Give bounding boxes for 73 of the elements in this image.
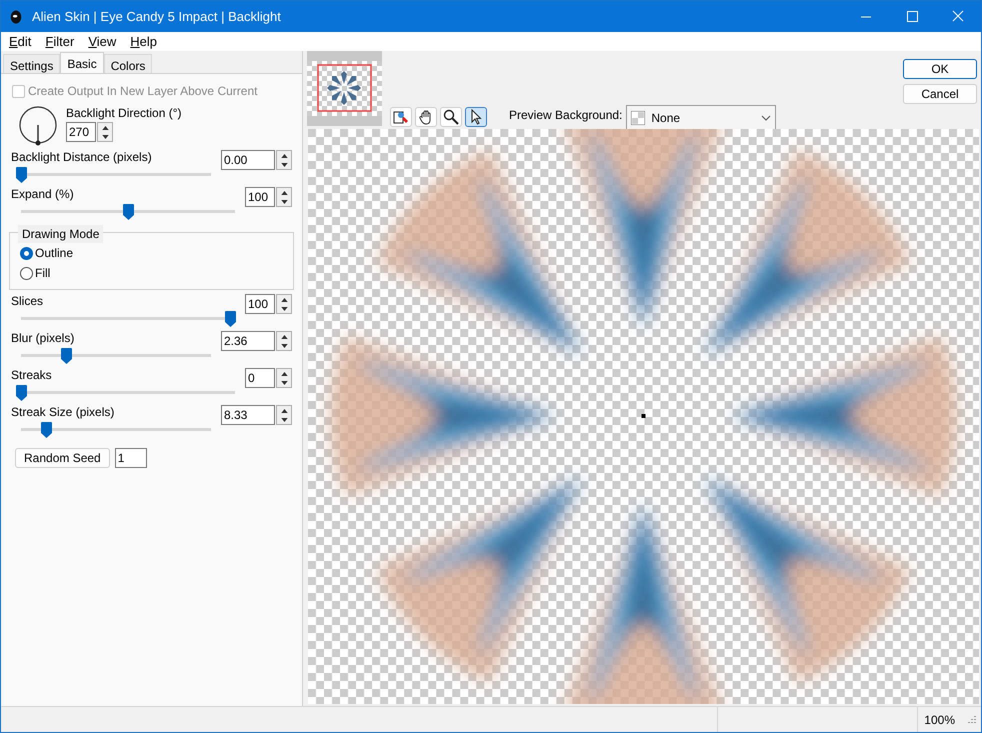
- preview-toggle-icon: [393, 109, 409, 125]
- resize-grip-icon: [965, 714, 977, 726]
- radio-label: Fill: [35, 265, 50, 282]
- spin-buttons[interactable]: [276, 368, 292, 388]
- window-title: Alien Skin | Eye Candy 5 Impact | Backlight: [32, 8, 281, 26]
- down-arrow-icon: [280, 418, 288, 422]
- slider-label: Blur (pixels): [11, 330, 76, 347]
- spin-buttons[interactable]: [276, 294, 292, 314]
- slider-thumb[interactable]: [16, 167, 27, 183]
- group-title: Drawing Mode: [18, 225, 104, 243]
- up-arrow-icon: [280, 408, 288, 412]
- down-arrow-icon: [280, 162, 288, 166]
- slider-label: Streak Size (pixels): [11, 404, 116, 421]
- radio-button[interactable]: [20, 266, 33, 280]
- random-seed-button[interactable]: Random Seed: [15, 448, 110, 468]
- slider-thumb[interactable]: [40, 422, 52, 438]
- up-arrow-icon: [280, 298, 288, 302]
- direction-dial[interactable]: [18, 106, 58, 146]
- dialog-button[interactable]: OK: [903, 59, 977, 79]
- tab[interactable]: Colors: [104, 54, 152, 73]
- down-arrow-icon: [280, 380, 288, 384]
- slider-thumb[interactable]: [16, 385, 27, 401]
- chevron-down-icon: [761, 114, 772, 120]
- direction-label: Backlight Direction (°): [66, 105, 182, 122]
- number-field[interactable]: 0.00: [221, 150, 275, 170]
- up-arrow-icon: [280, 154, 288, 158]
- checker-swatch-icon: [631, 110, 646, 124]
- slider-label: Slices: [11, 293, 44, 310]
- radio-button[interactable]: [20, 246, 33, 260]
- zoom-level: 100%: [917, 707, 961, 732]
- menu-item[interactable]: Filter: [45, 32, 74, 52]
- slider-label: Streaks: [11, 367, 53, 384]
- menu-item[interactable]: View: [88, 32, 116, 52]
- menu-item[interactable]: Edit: [9, 32, 32, 52]
- tool-button[interactable]: [465, 107, 487, 127]
- down-arrow-icon: [280, 306, 288, 310]
- spin-buttons[interactable]: [276, 187, 292, 207]
- up-arrow-icon: [102, 126, 108, 130]
- spin-buttons[interactable]: [276, 331, 292, 351]
- slider-thumb[interactable]: [122, 204, 134, 220]
- spin-buttons[interactable]: [276, 405, 292, 425]
- up-arrow-icon: [280, 334, 288, 338]
- slider-label: Expand (%): [11, 186, 75, 203]
- spin-buttons[interactable]: [97, 122, 113, 142]
- center-marker: [642, 414, 646, 418]
- dropdown-value: None: [651, 110, 680, 126]
- slider-thumb[interactable]: [224, 311, 236, 327]
- up-arrow-icon: [280, 190, 288, 194]
- spin-buttons[interactable]: [276, 150, 292, 170]
- dialog-button[interactable]: Cancel: [903, 84, 977, 104]
- slider-label: Backlight Distance (pixels): [11, 149, 153, 166]
- number-field[interactable]: 0: [245, 368, 275, 388]
- down-arrow-icon: [280, 200, 288, 204]
- down-arrow-icon: [102, 134, 108, 138]
- slider-thumb[interactable]: [61, 348, 72, 364]
- navigator-thumbnail[interactable]: [307, 51, 382, 126]
- tab[interactable]: Settings: [3, 54, 60, 73]
- preview-background-label: Preview Background:: [509, 107, 622, 124]
- magnifier-icon: [443, 109, 459, 125]
- seed-field[interactable]: 1: [114, 448, 147, 468]
- alien-head-icon: [9, 8, 23, 24]
- tab[interactable]: Basic: [60, 52, 104, 73]
- up-arrow-icon: [280, 372, 288, 376]
- number-field[interactable]: 100: [245, 187, 275, 207]
- number-field[interactable]: 8.33: [221, 405, 275, 425]
- number-field[interactable]: 270: [66, 122, 96, 142]
- down-arrow-icon: [280, 344, 288, 348]
- number-field[interactable]: 2.36: [221, 331, 275, 351]
- number-field[interactable]: 100: [245, 294, 275, 314]
- radio-label: Outline: [35, 245, 74, 262]
- preview-background-dropdown[interactable]: None: [626, 105, 776, 130]
- menu-item[interactable]: Help: [130, 32, 158, 52]
- checkbox-label: Create Output In New Layer Above Current: [28, 83, 258, 100]
